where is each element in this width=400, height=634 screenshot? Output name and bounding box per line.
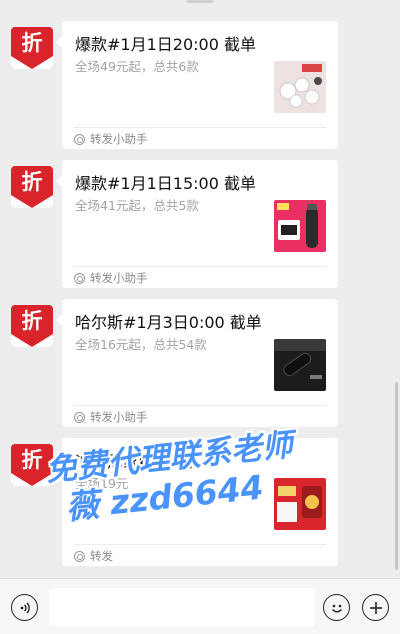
chat-message-2: 折 爆款#1月1日15:00 截单 全场41元起，总共5款 转发小助手 xyxy=(0,160,400,288)
avatar[interactable]: 折 xyxy=(11,444,53,486)
scrollbar-thumb[interactable] xyxy=(395,382,398,570)
card-title: 哈尔斯#1月3日0:00 截单 xyxy=(75,313,262,332)
card-footer: 转发小助手 xyxy=(74,409,148,425)
avatar-fold-shape xyxy=(11,473,53,486)
card-footer-label: 转发小助手 xyxy=(90,132,148,146)
card-title: 爆款#1月1日15:00 截单 xyxy=(75,174,256,193)
emoji-icon xyxy=(331,604,342,612)
card-footer-label: 转发 xyxy=(90,549,113,563)
message-input[interactable] xyxy=(49,588,315,626)
chat-message-1: 折 爆款#1月1日20:00 截单 全场49元起，总共6款 转发小助手 xyxy=(0,21,400,149)
black-bottle-photo xyxy=(274,339,326,391)
card-subtitle: 全场19元 xyxy=(75,476,129,491)
card-title: 爆款#1月1日20:00 截单 xyxy=(75,35,256,54)
mini-program-card[interactable]: 迪士尼家纺#1月 全场19元 转发 xyxy=(56,438,338,566)
plus-button[interactable] xyxy=(362,594,389,621)
chat-input-bar xyxy=(0,578,400,634)
mini-program-icon xyxy=(74,133,85,145)
mini-program-icon xyxy=(74,272,85,284)
mini-program-card[interactable]: 哈尔斯#1月3日0:00 截单 全场16元起，总共54款 转发小助手 xyxy=(56,299,338,427)
plus-icon xyxy=(369,601,382,614)
card-footer-label: 转发小助手 xyxy=(90,410,148,424)
voice-icon xyxy=(20,602,30,613)
avatar[interactable]: 折 xyxy=(11,27,53,69)
card-subtitle: 全场41元起，总共5款 xyxy=(75,198,199,213)
avatar[interactable]: 折 xyxy=(11,305,53,347)
card-footer: 转发小助手 xyxy=(74,131,148,147)
avatar-glyph: 折 xyxy=(21,448,43,472)
avatar-fold-shape xyxy=(11,334,53,347)
card-divider xyxy=(74,266,326,267)
mini-program-card[interactable]: 爆款#1月1日15:00 截单 全场41元起，总共5款 转发小助手 xyxy=(56,160,338,288)
chat-message-4: 折 迪士尼家纺#1月 全场19元 转发 xyxy=(0,438,400,566)
emoji-button[interactable] xyxy=(323,594,350,621)
card-title: 迪士尼家纺#1月 xyxy=(75,452,195,471)
card-footer: 转发小助手 xyxy=(74,270,148,286)
hair-accessory-photo xyxy=(274,61,326,113)
card-divider xyxy=(74,405,326,406)
avatar[interactable]: 折 xyxy=(11,166,53,208)
previous-message-stub xyxy=(186,0,214,3)
card-footer: 转发 xyxy=(74,548,113,564)
card-divider xyxy=(74,127,326,128)
mini-program-icon xyxy=(74,411,85,423)
mini-program-card[interactable]: 爆款#1月1日20:00 截单 全场49元起，总共6款 转发小助手 xyxy=(56,21,338,149)
voice-button[interactable] xyxy=(11,594,38,621)
avatar-fold-shape xyxy=(11,195,53,208)
red-gift-box-photo xyxy=(274,478,326,530)
card-divider xyxy=(74,544,326,545)
chat-message-3: 折 哈尔斯#1月3日0:00 截单 全场16元起，总共54款 转发小助手 xyxy=(0,299,400,427)
avatar-fold-shape xyxy=(11,56,53,69)
card-subtitle: 全场49元起，总共6款 xyxy=(75,59,199,74)
card-subtitle: 全场16元起，总共54款 xyxy=(75,337,207,352)
avatar-glyph: 折 xyxy=(21,309,43,333)
chat-area[interactable]: 折 爆款#1月1日20:00 截单 全场49元起，总共6款 转发小助手 折 爆款… xyxy=(0,0,400,578)
avatar-glyph: 折 xyxy=(21,170,43,194)
mini-program-icon xyxy=(74,550,85,562)
thermos-product-photo xyxy=(274,200,326,252)
avatar-glyph: 折 xyxy=(21,31,43,55)
card-footer-label: 转发小助手 xyxy=(90,271,148,285)
